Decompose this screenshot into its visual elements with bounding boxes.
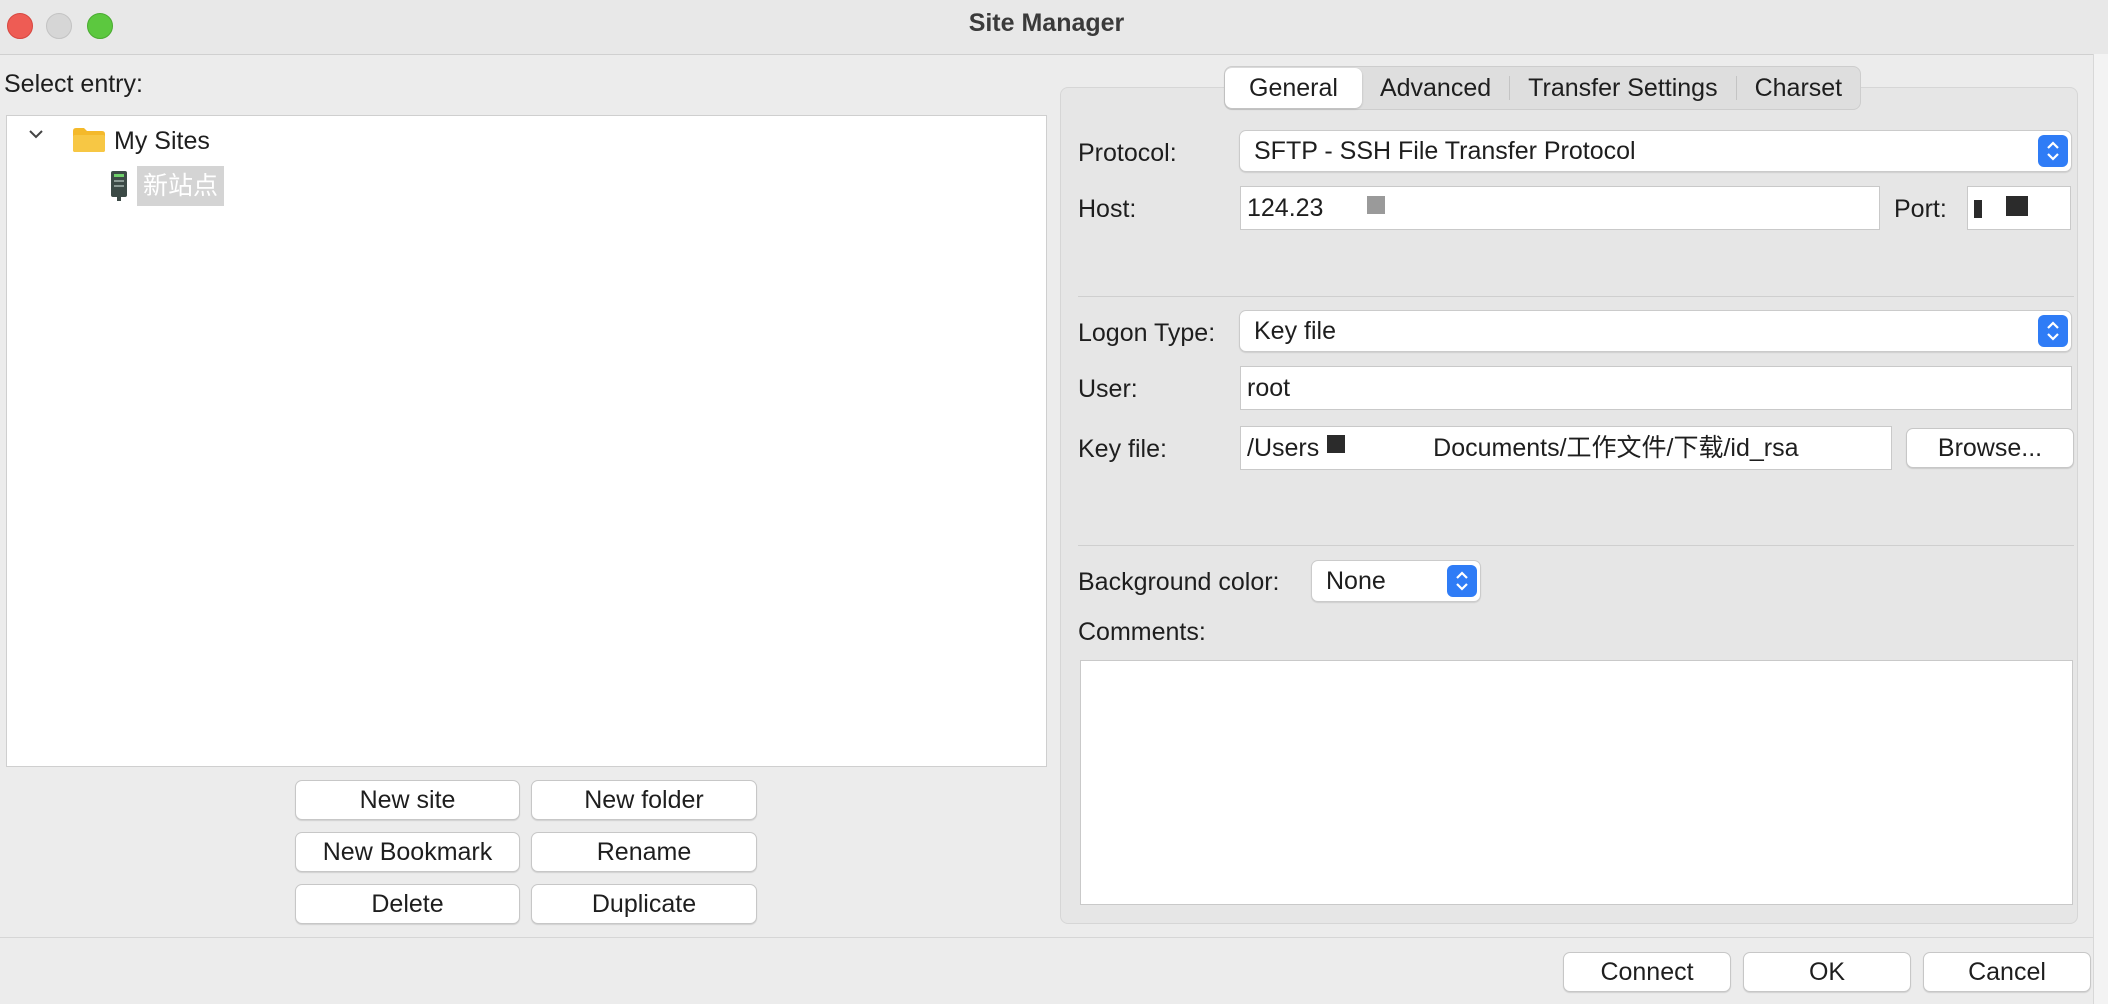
cancel-button[interactable]: Cancel — [1923, 952, 2091, 992]
key-file-suffix: Documents/工作文件/下载/id_rsa — [1433, 434, 1799, 462]
connect-button[interactable]: Connect — [1563, 952, 1731, 992]
background-window-edge — [2093, 54, 2108, 1004]
user-input[interactable]: root — [1240, 366, 2072, 410]
protocol-value: SFTP - SSH File Transfer Protocol — [1254, 137, 1636, 165]
background-color-label: Background color: — [1078, 568, 1280, 596]
logon-type-select[interactable]: Key file — [1239, 310, 2072, 352]
port-label: Port: — [1894, 195, 1947, 223]
select-stepper-icon — [2038, 315, 2068, 347]
key-file-prefix: /Users — [1247, 434, 1320, 462]
logon-type-label: Logon Type: — [1078, 319, 1216, 347]
tab-transfer-settings[interactable]: Transfer Settings — [1510, 68, 1735, 108]
host-input[interactable]: 124.23 — [1240, 186, 1880, 230]
tab-bar: General Advanced Transfer Settings Chars… — [1224, 66, 1862, 110]
protocol-label: Protocol: — [1078, 139, 1177, 167]
tab-general[interactable]: General — [1225, 68, 1362, 108]
footer-divider — [0, 937, 2108, 938]
tab-charset[interactable]: Charset — [1737, 68, 1861, 108]
comments-textarea[interactable] — [1080, 660, 2073, 905]
logon-type-value: Key file — [1254, 317, 1336, 345]
folder-icon — [72, 127, 106, 153]
ok-button[interactable]: OK — [1743, 952, 1911, 992]
window-title: Site Manager — [968, 9, 1125, 37]
server-icon — [108, 170, 130, 202]
new-site-button[interactable]: New site — [295, 780, 520, 820]
key-file-label: Key file: — [1078, 435, 1167, 463]
rename-button[interactable]: Rename — [531, 832, 757, 872]
redaction-mark — [1367, 196, 1385, 214]
section-divider — [1078, 296, 2074, 297]
tree-item-my-sites[interactable]: My Sites — [114, 127, 210, 156]
protocol-select[interactable]: SFTP - SSH File Transfer Protocol — [1239, 130, 2072, 172]
host-label: Host: — [1078, 195, 1137, 223]
chevron-down-icon[interactable] — [27, 123, 45, 149]
new-folder-button[interactable]: New folder — [531, 780, 757, 820]
browse-button[interactable]: Browse... — [1906, 428, 2074, 468]
select-stepper-icon — [2038, 135, 2068, 167]
tree-item-site[interactable]: 新站点 — [137, 166, 225, 206]
user-value: root — [1247, 374, 1291, 402]
host-value: 124.23 — [1247, 194, 1324, 222]
delete-button[interactable]: Delete — [295, 884, 520, 924]
site-tree[interactable] — [6, 115, 1047, 767]
redaction-mark — [2006, 196, 2028, 216]
new-bookmark-button[interactable]: New Bookmark — [295, 832, 520, 872]
redaction-mark — [1327, 435, 1345, 453]
section-divider — [1078, 545, 2074, 546]
user-label: User: — [1078, 375, 1138, 403]
duplicate-button[interactable]: Duplicate — [531, 884, 757, 924]
comments-label: Comments: — [1078, 618, 1206, 646]
redaction-mark — [1974, 200, 1982, 218]
background-color-select[interactable]: None — [1311, 560, 1481, 602]
background-color-value: None — [1326, 567, 1386, 595]
tab-advanced[interactable]: Advanced — [1362, 68, 1509, 108]
select-stepper-icon — [1447, 565, 1477, 597]
select-entry-label: Select entry: — [4, 70, 143, 98]
